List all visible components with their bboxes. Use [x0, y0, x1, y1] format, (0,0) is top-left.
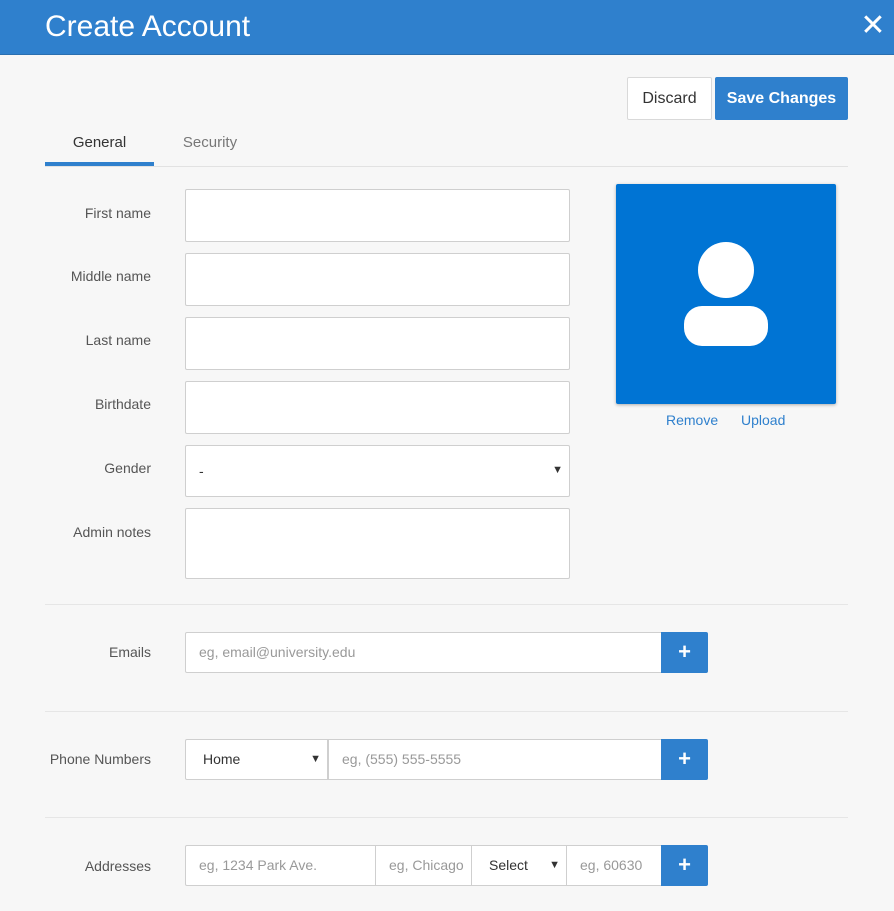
user-icon	[684, 242, 768, 346]
tab-general[interactable]: General	[45, 128, 154, 166]
middle-name-label: Middle name	[70, 268, 151, 284]
last-name-label: Last name	[85, 332, 151, 348]
add-email-button[interactable]: +	[661, 632, 708, 673]
add-address-button[interactable]: +	[661, 845, 708, 886]
divider	[45, 711, 848, 712]
phone-number-input[interactable]: eg, (555) 555-5555	[328, 739, 662, 780]
last-name-input[interactable]	[185, 317, 570, 370]
admin-notes-textarea[interactable]	[185, 508, 570, 579]
chevron-down-icon: ▼	[552, 464, 563, 476]
first-name-label: First name	[84, 205, 151, 221]
phone-numbers-label: Phone Numbers	[49, 751, 151, 767]
discard-button[interactable]: Discard	[627, 77, 712, 120]
middle-name-input[interactable]	[185, 253, 570, 306]
email-input[interactable]: eg, email@university.edu	[185, 632, 662, 673]
dialog-title: Create Account	[45, 10, 251, 43]
zip-input[interactable]: eg, 60630	[566, 845, 662, 886]
birthdate-input[interactable]	[185, 381, 570, 434]
admin-notes-label: Admin notes	[73, 524, 151, 540]
state-value: Select	[489, 857, 528, 873]
tab-bar: General Security	[45, 128, 848, 167]
upload-avatar-link[interactable]: Upload	[741, 412, 785, 428]
first-name-input[interactable]	[185, 189, 570, 242]
gender-label: Gender	[104, 460, 151, 476]
phone-type-select[interactable]: Home ▼	[185, 739, 328, 780]
addresses-label: Addresses	[84, 858, 151, 874]
state-select[interactable]: Select ▼	[471, 845, 567, 886]
birthdate-label: Birthdate	[94, 396, 151, 412]
emails-label: Emails	[108, 644, 151, 660]
remove-avatar-link[interactable]: Remove	[666, 412, 718, 428]
chevron-down-icon: ▼	[310, 753, 321, 765]
chevron-down-icon: ▼	[549, 859, 560, 871]
close-icon[interactable]: ✕	[858, 8, 888, 44]
phone-type-value: Home	[203, 751, 241, 767]
gender-value: -	[199, 463, 204, 479]
avatar-placeholder	[616, 184, 836, 404]
dialog-header: Create Account ✕	[0, 0, 894, 55]
divider	[45, 817, 848, 818]
divider	[45, 604, 848, 605]
city-input[interactable]: eg, Chicago	[375, 845, 472, 886]
add-phone-button[interactable]: +	[661, 739, 708, 780]
save-changes-button[interactable]: Save Changes	[715, 77, 848, 120]
gender-select[interactable]: - ▼	[185, 445, 570, 497]
tab-security[interactable]: Security	[163, 128, 257, 166]
street-input[interactable]: eg, 1234 Park Ave.	[185, 845, 376, 886]
